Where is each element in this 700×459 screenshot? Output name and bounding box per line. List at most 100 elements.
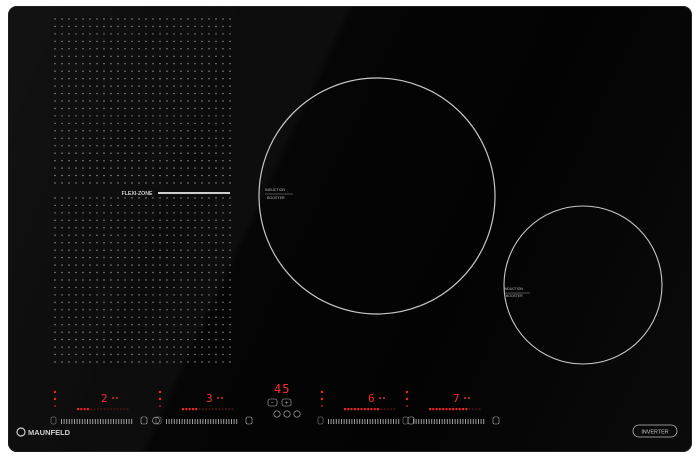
flexi-zone-dot — [89, 25, 91, 28]
flexi-zone-dot — [201, 100, 203, 102]
flexi-zone-dot — [152, 63, 154, 65]
flexi-zone-dot — [159, 25, 161, 28]
flexi-zone-dot — [75, 197, 77, 199]
flexi-zone-dot — [201, 18, 203, 20]
flexi-zone-dot — [96, 271, 98, 274]
flexi-zone-dot — [75, 242, 77, 244]
flexi-zone-dot — [159, 122, 161, 125]
flexi-zone-dot — [103, 227, 105, 229]
flexi-zone-dot — [159, 63, 161, 65]
power-slider[interactable] — [326, 416, 406, 426]
flexi-zone-dot — [117, 40, 119, 43]
flexi-zone-dot — [54, 100, 56, 102]
flexi-zone-dot — [89, 40, 91, 43]
power-bar-segment — [370, 408, 373, 411]
flexi-zone-dot — [110, 264, 112, 266]
flexi-zone-dot — [82, 70, 84, 72]
flexi-zone-dot — [166, 271, 168, 274]
flexi-zone-dot — [215, 286, 217, 289]
flexi-zone-dot — [152, 115, 154, 117]
flexi-zone-dot — [180, 361, 182, 363]
flexi-zone-dot — [159, 85, 161, 87]
flexi-zone-dot — [194, 160, 196, 162]
flexi-zone-dot — [187, 25, 189, 28]
flexi-zone-dot — [96, 219, 98, 221]
flexi-zone-dot — [131, 264, 133, 266]
flexi-zone-dot — [82, 145, 84, 147]
flexi-zone-dot — [89, 33, 91, 35]
flexi-zone-dot — [75, 204, 77, 207]
flexi-zone-dot — [82, 338, 84, 341]
power-bar-segment — [191, 408, 194, 411]
flexi-zone-dot — [96, 33, 98, 35]
flexi-zone-dot — [152, 25, 154, 28]
flexi-zone-dot — [201, 48, 203, 50]
flexi-zone-dot — [131, 70, 133, 72]
display-dot — [116, 397, 118, 399]
flexi-zone-dot — [145, 78, 147, 80]
flexi-zone-dot — [222, 309, 224, 311]
flexi-zone-dot — [75, 353, 77, 356]
flexi-zone-dot — [222, 316, 224, 318]
flexi-zone-dot — [75, 100, 77, 102]
flexi-zone-dot — [124, 48, 126, 50]
flexi-zone-dot — [54, 48, 56, 50]
flexi-zone-dot — [89, 264, 91, 266]
power-slider[interactable] — [411, 416, 491, 426]
flexi-zone-dot — [103, 18, 105, 20]
flexi-zone-dot — [124, 264, 126, 266]
flexi-zone-dot — [229, 338, 231, 341]
flexi-zone-dot — [173, 264, 175, 266]
flexi-zone-dot — [103, 316, 105, 318]
power-bar-segment — [380, 408, 383, 411]
flexi-zone-dot — [180, 286, 182, 289]
flexi-zone-dot — [194, 324, 196, 326]
flexi-zone-dot — [110, 324, 112, 326]
flexi-zone-dot — [117, 279, 119, 281]
flexi-zone-dot — [145, 122, 147, 125]
flexi-zone-dot — [208, 107, 210, 110]
flexi-zone-dot — [222, 346, 224, 348]
flexi-zone-dot — [117, 100, 119, 102]
flexi-zone-dot — [54, 219, 56, 221]
flexi-zone-dot — [229, 249, 231, 251]
power-bar-segment — [119, 408, 122, 411]
flexi-zone-dot — [96, 92, 98, 95]
flexi-zone-dot — [89, 85, 91, 87]
flexi-zone-dot — [180, 160, 182, 162]
flexi-zone-dot — [82, 249, 84, 251]
flexi-zone-dot — [82, 324, 84, 326]
flexi-zone-dot — [138, 85, 140, 87]
flexi-zone-dot — [194, 227, 196, 229]
flexi-zone-dot — [89, 92, 91, 95]
power-level-display: 6 — [368, 392, 375, 405]
flexi-zone-dot — [152, 361, 154, 363]
flexi-zone-dot — [159, 130, 161, 132]
flexi-zone-dot — [180, 33, 182, 35]
flexi-zone-dot — [61, 353, 63, 356]
power-slider[interactable] — [164, 416, 244, 426]
flexi-zone-dot — [229, 85, 231, 87]
flexi-zone-dot — [96, 309, 98, 311]
flexi-zone-dot — [194, 152, 196, 154]
flexi-zone-dot — [166, 316, 168, 318]
flexi-zone-dot — [110, 242, 112, 244]
flexi-zone-dot — [89, 353, 91, 356]
flexi-zone-dot — [54, 346, 56, 348]
flexi-zone-dot — [180, 152, 182, 154]
flexi-zone-dot — [82, 160, 84, 162]
flexi-zone-dot — [215, 137, 217, 139]
flexi-zone-dot — [152, 48, 154, 50]
flexi-zone-dot — [222, 78, 224, 80]
display-dot — [379, 397, 381, 399]
zone-select-button[interactable] — [492, 416, 500, 425]
flexi-zone-dot — [89, 279, 91, 281]
flexi-zone-dot — [229, 174, 231, 177]
power-slider[interactable] — [59, 416, 139, 426]
flexi-zone-dot — [131, 361, 133, 363]
flexi-zone-dot — [166, 219, 168, 221]
flexi-zone-dot — [159, 227, 161, 229]
flexi-zone-dot — [166, 78, 168, 80]
flexi-zone-dot — [138, 167, 140, 169]
flexi-zone-dot — [166, 346, 168, 348]
